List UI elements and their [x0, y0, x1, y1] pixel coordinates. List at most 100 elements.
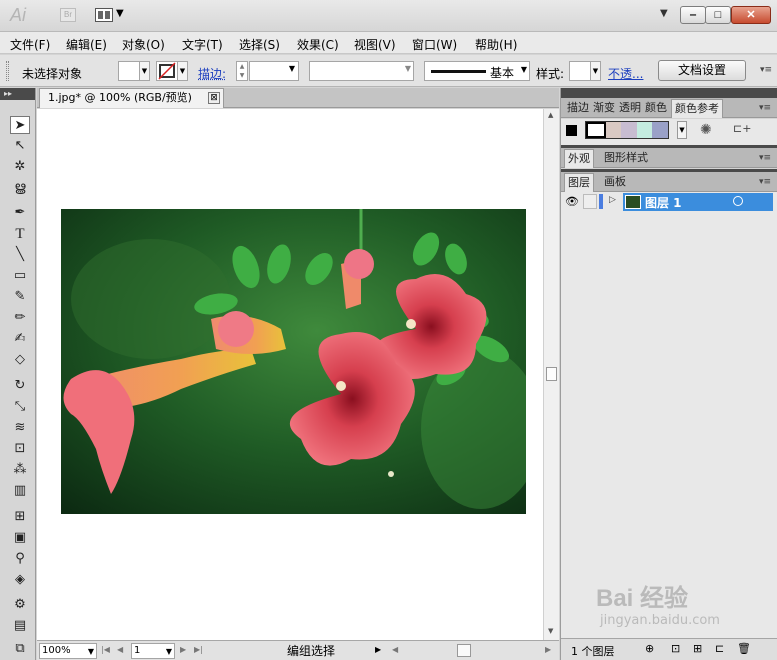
menu-object[interactable]: 对象(O) — [122, 36, 165, 53]
gradient-icon[interactable]: ▣ — [10, 529, 30, 547]
fill-swatch[interactable] — [118, 61, 140, 81]
mesh-icon[interactable]: ⊞ — [10, 508, 30, 526]
hscroll-thumb[interactable] — [457, 644, 471, 657]
stroke-dropdown[interactable]: ▼ — [177, 61, 188, 81]
layer-row[interactable]: 👁 ▷ 图层 1 — [561, 192, 777, 212]
toolbox-collapse-icon[interactable]: ▸▸ — [0, 88, 35, 100]
menu-effect[interactable]: 效果(C) — [297, 36, 339, 53]
menu-select[interactable]: 选择(S) — [239, 36, 280, 53]
scroll-down-icon[interactable]: ▼ — [548, 627, 553, 635]
direct-select-icon[interactable]: ↖ — [10, 137, 30, 155]
tab-transparency[interactable]: 透明 — [616, 99, 644, 118]
style-swatch[interactable] — [569, 61, 591, 81]
bridge-button[interactable]: Br — [60, 8, 76, 22]
menu-type[interactable]: 文字(T) — [182, 36, 223, 53]
base-color-swatch[interactable] — [566, 125, 577, 136]
hscroll-right-icon[interactable]: ▶ — [545, 645, 551, 654]
lock-toggle[interactable] — [583, 194, 597, 209]
next-artboard-icon[interactable]: ▶ — [180, 645, 186, 654]
expand-layer-icon[interactable]: ▷ — [609, 195, 616, 205]
type-icon[interactable]: T — [10, 225, 30, 243]
blend-icon[interactable]: ◈ — [10, 571, 30, 589]
tab-stroke[interactable]: 描边 — [564, 99, 592, 118]
color-wheel-icon[interactable]: ✺ — [700, 122, 712, 138]
grip-handle[interactable] — [6, 61, 9, 81]
document-tab[interactable]: 1.jpg* @ 100% (RGB/预览) — [39, 88, 224, 108]
menu-help[interactable]: 帮助(H) — [475, 36, 517, 53]
appearance-panel-menu-icon[interactable]: ▾≡ — [759, 153, 771, 163]
document-setup-button[interactable]: 文档设置 — [658, 60, 746, 81]
harmony-dropdown[interactable]: ▼ — [677, 121, 687, 139]
artboard-canvas[interactable] — [37, 109, 543, 640]
tab-artboards[interactable]: 画板 — [601, 173, 629, 192]
brush-definition-select[interactable]: 基本 ▼ — [424, 61, 530, 81]
eraser-icon[interactable]: ◇ — [10, 351, 30, 369]
menu-edit[interactable]: 编辑(E) — [66, 36, 107, 53]
arrange-documents-icon[interactable] — [95, 8, 113, 22]
opacity-link[interactable]: 不透... — [608, 65, 643, 82]
tab-gradient[interactable]: 渐变 — [590, 99, 618, 118]
rotate-icon[interactable]: ↻ — [10, 377, 30, 395]
warp-icon[interactable]: ≋ — [10, 419, 30, 437]
prev-artboard-icon[interactable]: ◀ — [117, 645, 123, 654]
paintbrush-icon[interactable]: ✎ — [10, 288, 30, 306]
line-icon[interactable]: ╲ — [10, 246, 30, 264]
visibility-eye-icon[interactable]: 👁 — [565, 195, 579, 208]
magic-wand-icon[interactable]: ✲ — [10, 158, 30, 176]
last-artboard-icon[interactable]: ▶| — [194, 645, 203, 654]
graph-icon[interactable]: ▥ — [10, 482, 30, 500]
tab-appearance[interactable]: 外观 — [564, 149, 594, 168]
rectangle-icon[interactable]: ▭ — [10, 267, 30, 285]
stroke-weight-stepper[interactable]: ▲ ▼ — [236, 61, 248, 81]
variable-width-input[interactable]: ▼ — [309, 61, 414, 81]
scale-icon[interactable]: ⤡ — [10, 398, 30, 416]
tab-color[interactable]: 颜色 — [642, 99, 670, 118]
tab-layers[interactable]: 图层 — [564, 173, 594, 192]
column-graph-icon[interactable]: ▤ — [10, 617, 30, 635]
vertical-scrollbar[interactable]: ▲ ▼ — [543, 109, 559, 640]
layer-selection-highlight[interactable]: 图层 1 — [623, 193, 773, 211]
first-artboard-icon[interactable]: |◀ — [101, 645, 110, 654]
save-color-group-icon[interactable]: ⊏+ — [733, 122, 751, 135]
arrange-dropdown-icon[interactable]: ▼ — [116, 8, 124, 19]
menu-view[interactable]: 视图(V) — [354, 36, 396, 53]
symbol-icon[interactable]: ⚙ — [10, 596, 30, 614]
zoom-select[interactable]: 100% ▼ — [39, 643, 97, 659]
symbol-sprayer-icon[interactable]: ⁂ — [10, 461, 30, 479]
blob-brush-icon[interactable]: ✍ — [10, 330, 30, 348]
color-panel-menu-icon[interactable]: ▾≡ — [759, 103, 771, 113]
free-transform-icon[interactable]: ⊡ — [10, 440, 30, 458]
lasso-icon[interactable]: ൠ — [10, 179, 30, 197]
stroke-label[interactable]: 描边: — [198, 65, 226, 82]
close-document-icon[interactable]: ⊠ — [208, 92, 220, 104]
pen-icon[interactable]: ✒ — [10, 204, 30, 222]
tab-color-guide[interactable]: 颜色参考 — [671, 99, 723, 118]
status-menu-icon[interactable]: ▶ — [375, 645, 381, 654]
eyedropper-icon[interactable]: ⚲ — [10, 550, 30, 568]
pencil-icon[interactable]: ✏ — [10, 309, 30, 327]
selection-arrow-icon[interactable]: ➤ — [10, 116, 30, 134]
control-panel-menu-icon[interactable]: ▾≡ — [760, 65, 772, 75]
target-circle-icon[interactable] — [733, 196, 743, 206]
fill-dropdown[interactable]: ▼ — [139, 61, 150, 81]
close-button[interactable]: ✕ — [731, 6, 771, 24]
hscroll-left-icon[interactable]: ◀ — [392, 645, 398, 654]
placed-photo[interactable] — [61, 209, 526, 514]
menu-window[interactable]: 窗口(W) — [412, 36, 457, 53]
layers-panel-menu-icon[interactable]: ▾≡ — [759, 177, 771, 187]
minimize-button[interactable]: ‒ — [680, 6, 706, 24]
style-dropdown[interactable]: ▼ — [590, 61, 601, 81]
stroke-weight-input[interactable]: ▼ — [249, 61, 299, 81]
menu-file[interactable]: 文件(F) — [10, 36, 50, 53]
scroll-thumb[interactable] — [546, 367, 557, 381]
workspace-dropdown-icon[interactable]: ▼ — [660, 8, 668, 19]
layers-panel-tabs: 图层 画板 ▾≡ — [561, 172, 777, 192]
artboard-icon[interactable]: ⧉ — [10, 640, 30, 658]
maximize-button[interactable]: □ — [705, 6, 731, 24]
watermark-url: jingyan.baidu.com — [600, 613, 720, 628]
scroll-up-icon[interactable]: ▲ — [548, 111, 553, 119]
tab-graphic-styles[interactable]: 图形样式 — [601, 149, 651, 168]
stroke-swatch[interactable] — [156, 61, 178, 81]
artboard-number-select[interactable]: 1 ▼ — [131, 643, 175, 659]
harmony-swatches[interactable] — [585, 121, 669, 139]
